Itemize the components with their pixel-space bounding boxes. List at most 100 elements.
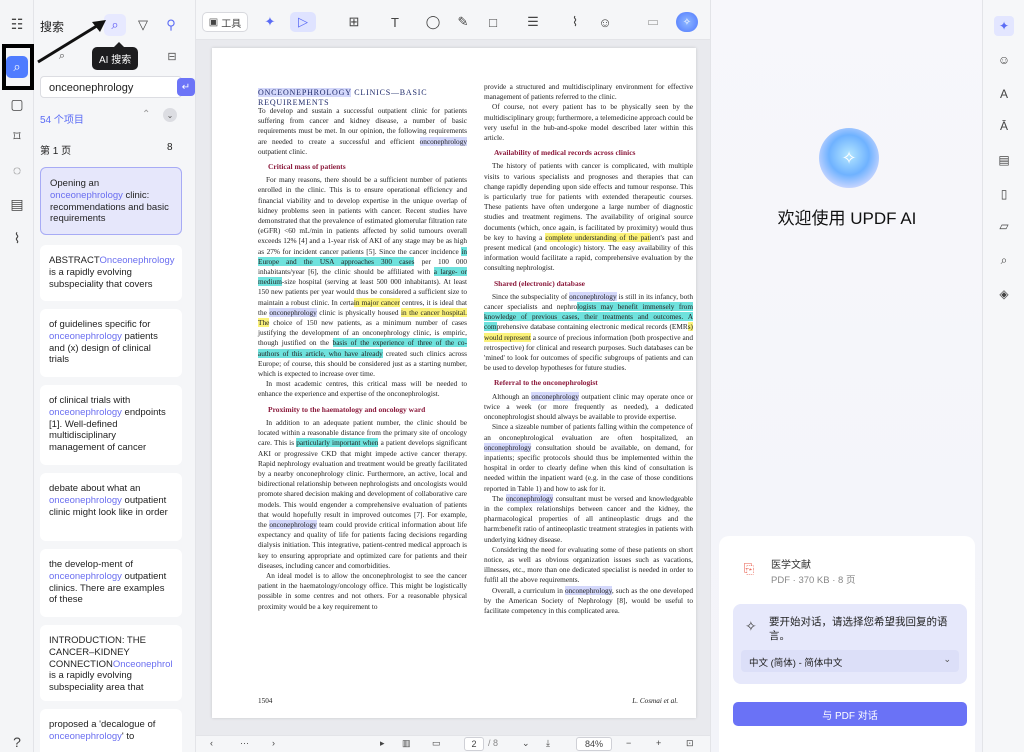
language-select[interactable]: 中文 (简体) - 简体中文 ⌄ — [741, 650, 959, 672]
document-viewport[interactable]: ONCEONEPHROLOGY CLINICS—BASIC REQUIREMEN… — [196, 40, 710, 752]
page-group-count: 8 — [167, 142, 173, 153]
zoom-out-icon[interactable]: − — [626, 738, 631, 748]
fit-page-icon[interactable]: ⊡ — [686, 738, 694, 749]
thumbnails-icon[interactable]: ☷ — [5, 12, 29, 36]
next-page-icon[interactable]: ⌄ — [522, 738, 530, 749]
back-icon[interactable]: ‹ — [210, 738, 213, 748]
bookmark-icon[interactable]: ⌑ — [5, 124, 29, 148]
zoom-in-icon[interactable]: + — [656, 738, 661, 748]
help-icon[interactable]: ? — [5, 730, 29, 752]
result-hit: onceonephrology — [50, 189, 123, 201]
result-card[interactable]: of clinical trials with onceonephrology … — [40, 385, 182, 465]
result-card[interactable]: the develop-ment of onceonephrology outp… — [40, 549, 182, 617]
book-icon[interactable]: ▯ — [994, 184, 1014, 204]
play-icon[interactable]: ▸ — [380, 738, 385, 749]
search-hit: onconephrology — [269, 307, 317, 317]
layers-icon[interactable]: ▤ — [5, 192, 29, 216]
presentation-icon[interactable]: ◈ — [994, 284, 1014, 304]
result-hit: Onceonephrology — [99, 255, 175, 266]
section-heading: Shared (electronic) database — [494, 278, 585, 288]
result-card[interactable]: Opening an onceonephrology clinic: recom… — [40, 167, 182, 235]
forward-icon[interactable]: › — [272, 738, 275, 748]
result-hit: onceonephrology — [49, 494, 122, 506]
text-icon[interactable]: T — [384, 12, 406, 32]
sparkle-icon[interactable]: ✦ — [260, 12, 280, 32]
document-name: 医学文献 — [771, 560, 811, 571]
text-run: Since the subspeciality of — [492, 291, 570, 301]
main-toolbar: ▣ 工具 ✦ ▷ ⊞ T ◯ ✎ □ ☰ ⌇ ☺ ▭ ✧ — [196, 0, 710, 40]
emoji-icon[interactable]: ☺ — [994, 50, 1014, 70]
search-panel: 搜索 ⌕ ▽ ⚲ AI 搜索 ⌕ ⊟ ↵ 54 个项目 ⌃ ⌄ 第 1 页 8 … — [34, 0, 196, 752]
chevron-down-icon[interactable]: ⌄ — [163, 108, 177, 122]
paragraph: For many reasons, there should be a suff… — [258, 175, 467, 379]
page-icon[interactable]: ▢ — [5, 92, 29, 116]
attachment-icon[interactable]: ⌇ — [5, 226, 29, 250]
result-text: debate about what an — [49, 483, 141, 494]
case-toggle-icon[interactable]: ⊟ — [160, 46, 184, 66]
document-meta: PDF · 370 KB · 8 页 — [771, 575, 856, 586]
search-hit: onconephrology — [569, 291, 617, 301]
translate-icon[interactable]: A — [994, 84, 1014, 104]
result-card[interactable]: debate about what an onceonephrology out… — [40, 473, 182, 541]
result-text: is a rapidly evolving subspeciality area… — [49, 670, 144, 694]
text-run: a patient develops significant AKI or pr… — [258, 438, 467, 529]
zoom-level[interactable]: 84% — [576, 737, 612, 751]
highlight-box — [2, 44, 34, 90]
result-card[interactable]: INTRODUCTION: THE CANCER–KIDNEY CONNECTI… — [40, 625, 182, 701]
note-icon[interactable]: ◯ — [422, 12, 444, 32]
ai-chat-icon: ✧ — [745, 618, 757, 634]
search-hit: onconephrology — [531, 391, 579, 401]
bottom-bar: ‹ ··· › ▸ ▥ ▭ 2 / 8 ⌄ ⤓ 84% − + ⊡ — [196, 735, 710, 752]
ai-assistant-icon[interactable]: ✧ — [676, 12, 698, 32]
filter-icon[interactable]: ▽ — [132, 14, 154, 36]
chat-with-pdf-button[interactable]: 与 PDF 对话 — [733, 702, 967, 726]
tools-button[interactable]: ▣ 工具 — [202, 12, 248, 32]
comment-view-icon[interactable]: ▭ — [432, 738, 441, 749]
search-input[interactable] — [49, 80, 157, 95]
result-hit: onceonephrology — [49, 406, 122, 418]
pin-icon[interactable]: ⚲ — [160, 14, 182, 36]
measure-icon[interactable]: ☰ — [522, 12, 544, 32]
attach-icon[interactable]: ⌇ — [564, 12, 586, 32]
paragraph: Although an onconephrology outpatient cl… — [484, 391, 693, 423]
shape-icon[interactable]: □ — [482, 12, 504, 32]
search-box: ↵ — [40, 76, 195, 98]
left-column: To develop and sustain a successful outp… — [258, 106, 467, 612]
ai-chat-icon[interactable]: ✦ — [994, 16, 1014, 36]
page-layout-icon[interactable]: ▥ — [402, 738, 411, 749]
result-card[interactable]: proposed a 'decalogue of onceonephrology… — [40, 709, 182, 752]
paragraph: Overall, a curriculum in onconephrology,… — [484, 585, 693, 617]
chevron-up-icon[interactable]: ⌃ — [142, 109, 150, 120]
enter-button[interactable]: ↵ — [177, 78, 195, 96]
search-rail-button[interactable]: ⌕ — [0, 44, 34, 90]
sticker-icon[interactable]: ☺ — [594, 12, 616, 32]
total-pages: / 8 — [488, 738, 499, 748]
more-icon[interactable]: ··· — [240, 738, 249, 748]
chevron-down-icon: ⌄ — [943, 654, 951, 664]
right-rail: ✦ ☺ A Ā ▤ ▯ ▱ ⌕ ◈ — [982, 0, 1024, 752]
stamp-icon[interactable]: ▭ — [642, 12, 664, 32]
select-tool[interactable]: ▷ — [290, 12, 316, 32]
result-hit: Onceonephrol — [112, 658, 173, 670]
right-column: provide a structured and multidisciplina… — [484, 82, 694, 617]
document-page: ONCEONEPHROLOGY CLINICS—BASIC REQUIREMEN… — [212, 48, 696, 718]
result-text: the develop-ment of — [49, 559, 133, 570]
folder-icon[interactable]: ▱ — [994, 216, 1014, 236]
text-run: The — [492, 493, 506, 503]
result-card[interactable]: of guidelines specific for onceonephrolo… — [40, 309, 182, 377]
paragraph: In addition to an adequate patient numbe… — [258, 418, 467, 571]
page-number-input[interactable]: 2 — [464, 737, 484, 751]
pen-icon[interactable]: ✎ — [452, 12, 474, 32]
paragraph: The history of patients with cancer is c… — [484, 161, 693, 273]
ai-chat-card: ⎘ 医学文献 PDF · 370 KB · 8 页 ✧ 要开始对话，请选择您希望… — [719, 536, 975, 752]
search-doc-icon[interactable]: ⌕ — [994, 250, 1014, 270]
comment-icon[interactable]: ◌ — [5, 158, 29, 182]
result-count: 54 个项目 — [40, 115, 84, 126]
ocr-icon[interactable]: Ā — [994, 116, 1014, 136]
result-card[interactable]: ABSTRACTOnceonephrology is a rapidly evo… — [40, 245, 182, 301]
form-icon[interactable]: ▤ — [994, 150, 1014, 170]
text-box-icon[interactable]: ⊞ — [342, 12, 366, 32]
last-page-icon[interactable]: ⤓ — [546, 738, 550, 749]
paragraph: Since a sizeable number of patients fall… — [484, 422, 693, 493]
text-run: For many reasons, there should be a suff… — [258, 175, 467, 256]
